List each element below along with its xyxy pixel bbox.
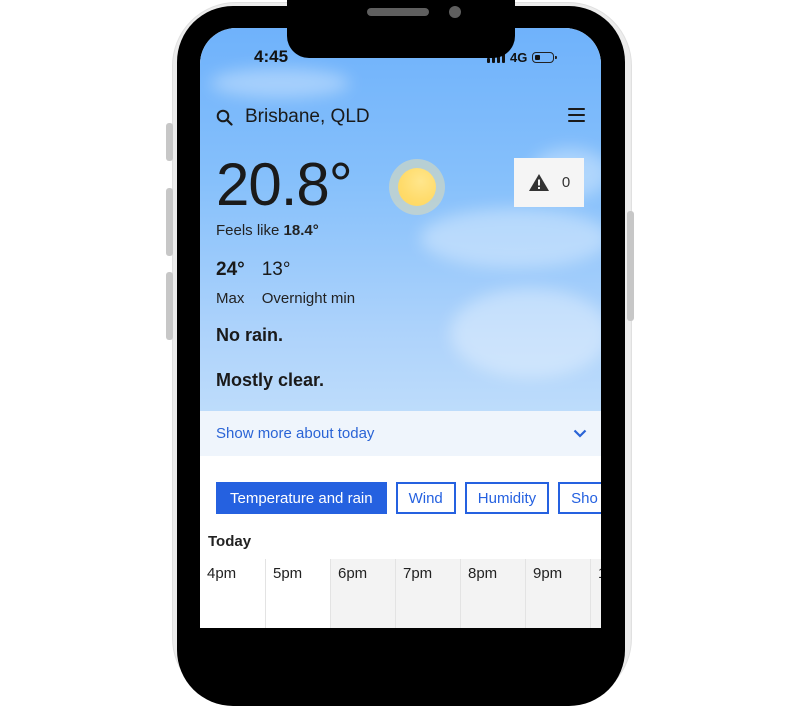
location-search[interactable]: Brisbane, QLD [216, 106, 370, 128]
hour-column[interactable]: 1 [590, 559, 601, 628]
min-max-temperatures: 24° Max 13° Overnight min [216, 259, 355, 307]
tab-wind[interactable]: Wind [395, 482, 456, 514]
max-temperature: 24° Max [216, 259, 245, 307]
volume-down-button [166, 272, 173, 340]
power-button [627, 211, 634, 321]
battery-icon [532, 52, 558, 63]
min-temperature-label: Overnight min [261, 290, 356, 307]
show-more-today-button[interactable]: Show more about today [200, 411, 601, 456]
feels-like-value: 18.4° [283, 222, 319, 239]
max-temperature-label: Max [216, 290, 245, 307]
hour-column[interactable]: 8pm [460, 559, 525, 628]
network-type: 4G [510, 50, 528, 65]
search-icon[interactable] [216, 109, 233, 126]
hour-column[interactable]: 7pm [395, 559, 460, 628]
cloud-decoration [420, 208, 601, 268]
status-time: 4:45 [254, 47, 289, 66]
warning-triangle-icon [528, 174, 549, 191]
warnings-count: 0 [561, 174, 571, 191]
rain-summary: No rain. [216, 325, 284, 345]
min-temperature: 13° Overnight min [262, 259, 355, 307]
mute-switch [166, 123, 173, 161]
tab-show-more[interactable]: Sho [558, 482, 601, 514]
hour-column[interactable]: 5pm [265, 559, 330, 628]
hourly-forecast: 4pm 5pm 6pm 7pm 8pm 9pm 1 [200, 559, 601, 628]
feels-like-label: Feels like [216, 222, 280, 239]
tab-humidity[interactable]: Humidity [464, 482, 550, 514]
forecast-day-label: Today [208, 533, 252, 550]
hour-column[interactable]: 9pm [525, 559, 590, 628]
show-more-label: Show more about today [216, 425, 375, 442]
weather-description: Mostly clear. [216, 370, 325, 390]
chevron-down-icon [573, 429, 587, 438]
weather-hero: 4:45 4G Brisbane, QLD 20.8° 0 Feels like… [200, 28, 601, 411]
location-name[interactable]: Brisbane, QLD [245, 106, 370, 128]
hour-column[interactable]: 6pm [330, 559, 395, 628]
current-temperature: 20.8° [216, 151, 353, 218]
forecast-tabs: Temperature and rain Wind Humidity Sho [216, 482, 601, 514]
hour-column[interactable]: 4pm [200, 559, 265, 628]
feels-like: Feels like 18.4° [216, 222, 319, 239]
app-screen: 4:45 4G Brisbane, QLD 20.8° 0 Feels like… [200, 28, 601, 628]
front-camera [449, 6, 461, 18]
cloud-decoration [210, 68, 350, 98]
hamburger-menu-icon[interactable] [568, 108, 585, 122]
phone-notch [287, 0, 515, 58]
speaker-grille [367, 8, 429, 16]
volume-up-button [166, 188, 173, 256]
cloud-decoration [450, 288, 601, 378]
tab-temperature-and-rain[interactable]: Temperature and rain [216, 482, 387, 514]
min-temperature-value: 13° [261, 259, 291, 280]
warnings-button[interactable]: 0 [514, 158, 584, 207]
sunny-icon [389, 159, 445, 215]
max-temperature-value: 24° [216, 259, 245, 280]
